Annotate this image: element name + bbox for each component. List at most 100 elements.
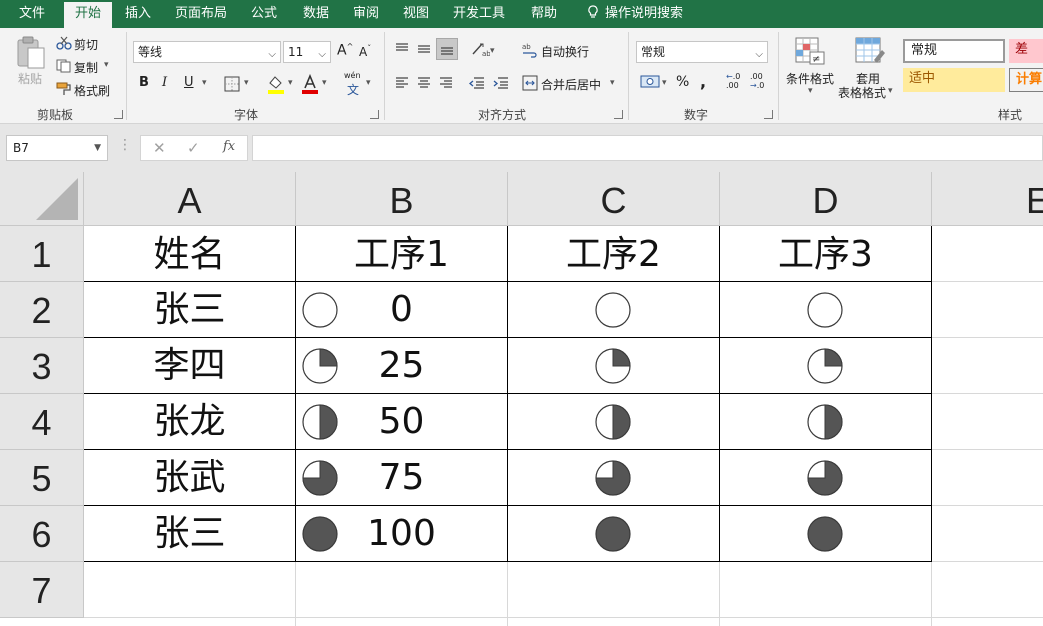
column-header-a[interactable]: A	[84, 172, 296, 226]
cell-a4[interactable]: 张龙	[84, 394, 295, 450]
column-header-c[interactable]: C	[508, 172, 720, 226]
increase-indent-icon[interactable]	[492, 75, 510, 91]
row-header-2[interactable]: 2	[0, 282, 84, 338]
format-as-table-label-2[interactable]: 表格格式	[838, 84, 886, 101]
row-header-7[interactable]: 7	[0, 562, 84, 618]
tell-me-search[interactable]: 操作说明搜索	[580, 0, 690, 28]
cell-a3[interactable]: 李四	[84, 338, 295, 394]
format-as-table-icon[interactable]	[854, 36, 886, 66]
shrink-font-button[interactable]: Aˇ	[359, 44, 371, 59]
tab-home[interactable]: 开始	[64, 2, 112, 28]
scissors-icon[interactable]	[56, 36, 72, 50]
cell-c1[interactable]: 工序2	[508, 226, 719, 282]
enter-icon[interactable]: ✓	[187, 139, 200, 157]
tab-review[interactable]: 审阅	[342, 0, 390, 28]
merge-center-label[interactable]: 合并后居中	[541, 76, 601, 93]
cell-a2[interactable]: 张三	[84, 282, 295, 338]
font-size-combo[interactable]: 11 ⌵	[283, 41, 331, 63]
conditional-formatting-label[interactable]: 条件格式	[786, 70, 834, 87]
style-bad[interactable]: 差	[1009, 39, 1043, 63]
wrap-text-icon[interactable]: ab	[522, 42, 538, 58]
format-painter-label[interactable]: 格式刷	[74, 82, 110, 99]
row-header-3[interactable]: 3	[0, 338, 84, 394]
font-launcher-icon[interactable]	[370, 110, 379, 119]
tab-view[interactable]: 视图	[392, 0, 440, 28]
comma-button[interactable]: ,	[700, 72, 706, 91]
row-header-5[interactable]: 5	[0, 450, 84, 506]
underline-dropdown-icon[interactable]: ▾	[202, 78, 207, 88]
clipboard-launcher-icon[interactable]	[114, 110, 123, 119]
format-painter-icon[interactable]	[56, 82, 72, 96]
increase-decimal-button[interactable]: ←.0.00	[726, 72, 740, 90]
phonetic-dropdown-icon[interactable]: ▾	[366, 78, 371, 88]
tab-data[interactable]: 数据	[292, 0, 340, 28]
tab-formulas[interactable]: 公式	[240, 0, 288, 28]
bold-button[interactable]: B	[139, 75, 149, 90]
orientation-icon[interactable]: ab	[470, 40, 490, 58]
formula-bar-grip-icon[interactable]: ⋮	[118, 137, 132, 153]
orientation-dropdown-icon[interactable]: ▾	[490, 46, 495, 56]
align-center-icon[interactable]	[416, 76, 432, 90]
cell-a1[interactable]: 姓名	[84, 226, 295, 282]
copy-dropdown-icon[interactable]: ▾	[104, 60, 109, 70]
cut-label[interactable]: 剪切	[74, 36, 98, 53]
accounting-format-icon[interactable]	[640, 74, 662, 90]
alignment-launcher-icon[interactable]	[614, 110, 623, 119]
conditional-dropdown-icon[interactable]: ▾	[808, 86, 813, 96]
font-color-dropdown-icon[interactable]: ▾	[322, 78, 327, 88]
paste-label[interactable]: 粘贴	[18, 70, 42, 87]
number-launcher-icon[interactable]	[764, 110, 773, 119]
cell-d1[interactable]: 工序3	[720, 226, 931, 282]
italic-button[interactable]: I	[162, 75, 167, 90]
wrap-text-label[interactable]: 自动换行	[541, 43, 589, 60]
cancel-icon[interactable]: ✕	[153, 139, 166, 157]
insert-function-icon[interactable]: fx	[223, 139, 235, 154]
align-right-icon[interactable]	[438, 76, 454, 90]
accounting-dropdown-icon[interactable]: ▾	[662, 78, 667, 88]
align-left-icon[interactable]	[394, 76, 410, 90]
copy-icon[interactable]	[56, 59, 72, 73]
tab-help[interactable]: 帮助	[520, 0, 568, 28]
font-name-combo[interactable]: 等线 ⌵	[133, 41, 281, 63]
formula-input[interactable]	[252, 135, 1043, 161]
align-bottom-button[interactable]	[436, 38, 458, 60]
merge-center-icon[interactable]	[522, 75, 538, 91]
cell-a5[interactable]: 张武	[84, 450, 295, 506]
column-header-d[interactable]: D	[720, 172, 932, 226]
decrease-decimal-button[interactable]: .00 →.0	[750, 72, 764, 90]
fill-color-dropdown-icon[interactable]: ▾	[288, 78, 293, 88]
align-top-icon[interactable]	[394, 42, 410, 56]
font-color-icon[interactable]	[300, 74, 320, 94]
tab-insert[interactable]: 插入	[114, 0, 162, 28]
merge-dropdown-icon[interactable]: ▾	[610, 78, 615, 88]
row-header-4[interactable]: 4	[0, 394, 84, 450]
cell-b1[interactable]: 工序1	[296, 226, 507, 282]
row-header-1[interactable]: 1	[0, 226, 84, 282]
row-header-6[interactable]: 6	[0, 506, 84, 562]
column-header-e[interactable]: E	[932, 172, 1043, 226]
style-neutral[interactable]: 适中	[903, 68, 1005, 92]
format-as-table-dropdown-icon[interactable]: ▾	[888, 86, 893, 96]
grow-font-button[interactable]: A^	[337, 42, 353, 59]
copy-label[interactable]: 复制	[74, 59, 98, 76]
cell-a6[interactable]: 张三	[84, 506, 295, 562]
tab-page-layout[interactable]: 页面布局	[168, 0, 234, 28]
conditional-formatting-icon[interactable]: ≠	[794, 36, 826, 66]
paste-icon[interactable]	[14, 36, 48, 72]
tab-file[interactable]: 文件	[8, 0, 56, 28]
fill-color-icon[interactable]	[266, 74, 286, 94]
decrease-indent-icon[interactable]	[468, 75, 486, 91]
style-normal[interactable]: 常规	[903, 39, 1005, 63]
borders-dropdown-icon[interactable]: ▾	[244, 78, 249, 88]
style-calculation[interactable]: 计算	[1009, 68, 1043, 92]
borders-icon[interactable]	[224, 76, 240, 92]
percent-button[interactable]: %	[676, 74, 689, 90]
select-all-corner[interactable]	[0, 172, 84, 226]
name-box[interactable]: B7 ▼	[6, 135, 108, 161]
number-format-combo[interactable]: 常规 ⌵	[636, 41, 768, 63]
tab-developer[interactable]: 开发工具	[446, 0, 512, 28]
column-header-b[interactable]: B	[296, 172, 508, 226]
phonetic-guide-icon[interactable]: wén	[344, 71, 361, 80]
underline-button[interactable]: U	[184, 75, 194, 90]
align-middle-icon[interactable]	[416, 42, 432, 56]
